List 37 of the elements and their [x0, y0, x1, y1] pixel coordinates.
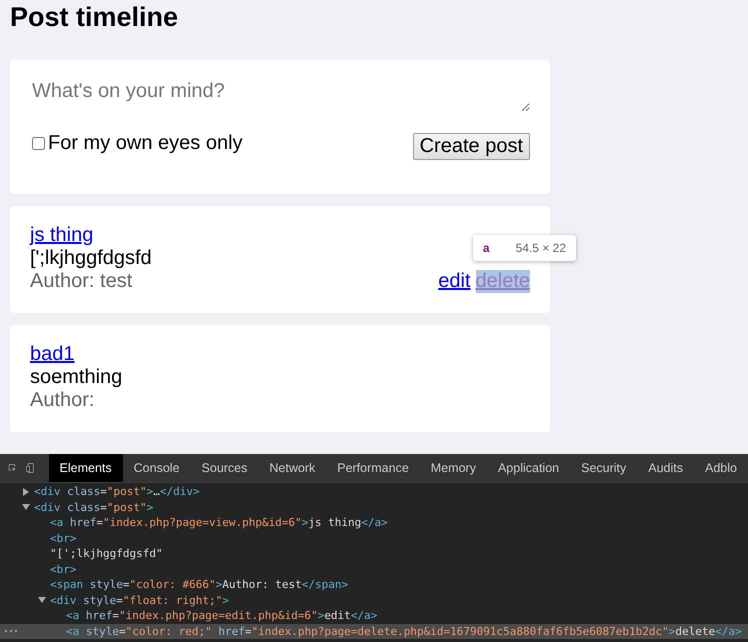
- dom-node-line[interactable]: <a href="index.php?page=view.php&id=6">js thing</a>: [50, 515, 388, 530]
- dom-node-line[interactable]: <a href="index.php?page=edit.php&id=6">edit</a>: [66, 608, 378, 624]
- post-input-field[interactable]: What's on your mind?: [30, 80, 530, 112]
- devtools-tab[interactable]: Adblo: [694, 454, 748, 482]
- devtools-tab[interactable]: Sources: [190, 454, 258, 482]
- devtools-tab[interactable]: Console: [122, 454, 191, 482]
- tooltip-tag: a: [482, 241, 490, 255]
- post-action-link[interactable]: edit: [438, 270, 470, 293]
- devtools-tab[interactable]: Application: [486, 454, 570, 482]
- post-author: Author: test: [30, 270, 132, 293]
- post-author: Author:: [30, 389, 94, 412]
- post-body: soemthing: [30, 366, 122, 389]
- expand-triangle-icon[interactable]: [38, 596, 46, 604]
- post-body: [';lkjhggfdgsfd: [30, 247, 152, 270]
- create-post-button[interactable]: Create post: [412, 133, 530, 160]
- post-title-link[interactable]: bad1: [30, 343, 74, 366]
- expand-triangle-icon[interactable]: [22, 503, 30, 512]
- devtools-tab[interactable]: Performance: [326, 454, 420, 482]
- devtools-tab[interactable]: Audits: [637, 454, 694, 482]
- devtools-tab[interactable]: Elements: [48, 454, 123, 482]
- page-title: Post timeline: [10, 1, 180, 34]
- devtools-tab[interactable]: Security: [570, 454, 638, 482]
- tooltip-size: 54.5 × 22: [516, 241, 566, 255]
- more-icon[interactable]: [4, 629, 18, 634]
- dom-node-line[interactable]: "[';lkjhggfdgsfd": [50, 546, 163, 562]
- dom-node-line[interactable]: <div class="post">…</div>: [34, 484, 200, 500]
- private-checkbox[interactable]: [32, 137, 45, 150]
- dom-node-line[interactable]: <br>: [50, 562, 76, 577]
- devtools-tab[interactable]: Memory: [420, 454, 487, 482]
- dom-node-line[interactable]: <br>: [50, 530, 76, 546]
- private-label: For my own eyes only: [48, 132, 243, 155]
- dom-node-line[interactable]: <div style="float: right;">: [50, 592, 229, 608]
- post-title-link[interactable]: js thing: [30, 224, 94, 247]
- devtools-tab[interactable]: Network: [258, 454, 326, 482]
- expand-triangle-icon[interactable]: [22, 488, 30, 496]
- dom-node-line[interactable]: <div class="post">: [34, 500, 154, 515]
- dom-node-line[interactable]: <span style="color: #666">Author: test</span>: [50, 577, 348, 592]
